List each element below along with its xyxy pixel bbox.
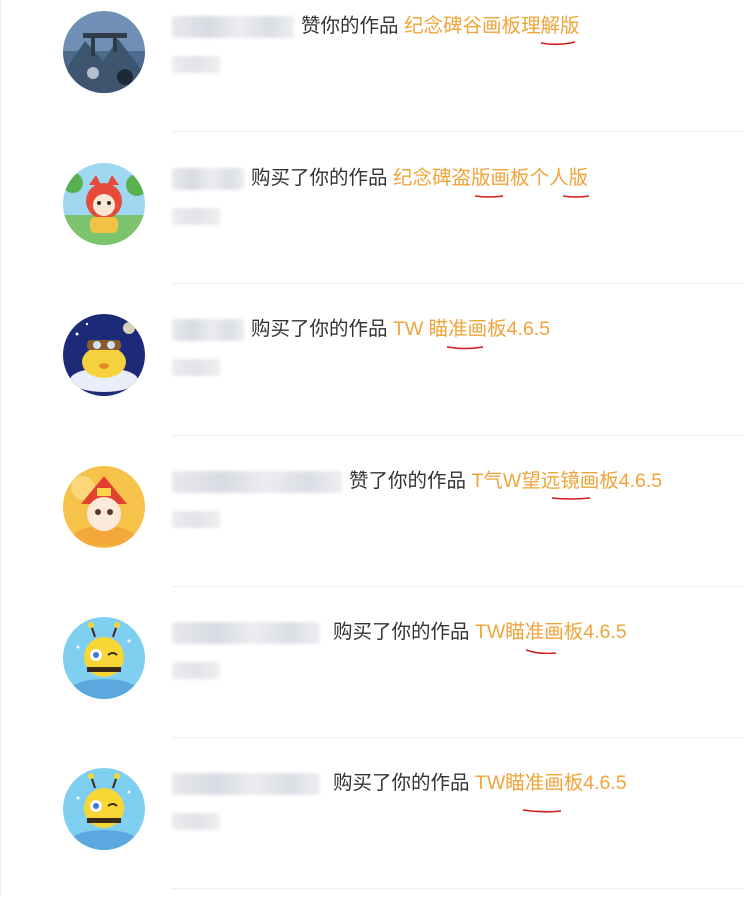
divider <box>172 888 744 889</box>
blurred-username[interactable] <box>172 773 320 795</box>
red-underline-mark <box>551 497 591 500</box>
notification-text: 赞你的作品 纪念碑谷画板理解版 <box>301 13 579 39</box>
notification-text: 购买了你的作品 TW 瞄准画板4.6.5 <box>251 316 550 342</box>
divider <box>172 435 744 436</box>
red-underline-mark <box>446 346 484 350</box>
divider <box>172 586 744 587</box>
action-text: 购买了你的作品 <box>251 318 388 340</box>
blurred-username[interactable] <box>172 168 244 190</box>
blurred-timestamp <box>172 208 220 225</box>
avatar-cartoon-red-hat-cat-icon[interactable] <box>63 466 145 548</box>
notification-item[interactable]: 赞你的作品 纪念碑谷画板理解版 <box>0 0 744 151</box>
notification-feed: 赞你的作品 纪念碑谷画板理解版 购买了你的作品 纪念碑盗版画板个人版 购买了你的… <box>0 0 744 895</box>
avatar-cartoon-red-fox-icon[interactable] <box>63 163 145 245</box>
red-underline-mark <box>522 809 562 813</box>
work-title-link[interactable]: 纪念碑谷画板理解版 <box>404 15 580 37</box>
blurred-timestamp <box>172 511 220 528</box>
blurred-timestamp <box>172 56 220 73</box>
work-title-link[interactable]: T气W望远镜画板4.6.5 <box>471 470 662 492</box>
blurred-timestamp <box>172 662 220 679</box>
blurred-username[interactable] <box>172 16 294 38</box>
work-title-link[interactable]: TW 瞄准画板4.6.5 <box>393 318 550 340</box>
avatar-cartoon-yellow-bee-icon[interactable] <box>63 617 145 699</box>
blurred-username[interactable] <box>172 471 342 493</box>
blurred-username[interactable] <box>172 319 244 341</box>
red-underline-mark <box>474 195 504 198</box>
notification-item[interactable]: 购买了你的作品 纪念碑盗版画板个人版 <box>0 152 744 303</box>
action-text: 购买了你的作品 <box>333 621 470 643</box>
blurred-timestamp <box>172 359 220 376</box>
red-underline-mark <box>562 195 590 198</box>
divider <box>172 737 744 738</box>
avatar-landscape-mountain-icon[interactable] <box>63 11 145 93</box>
blurred-username[interactable] <box>172 622 320 644</box>
work-title-link[interactable]: TW瞄准画板4.6.5 <box>475 772 627 794</box>
notification-item[interactable]: 购买了你的作品 TW瞄准画板4.6.5 <box>0 757 744 908</box>
divider <box>172 283 744 284</box>
notification-text: 赞了你的作品 T气W望远镜画板4.6.5 <box>349 468 662 494</box>
notification-item[interactable]: 赞了你的作品 T气W望远镜画板4.6.5 <box>0 455 744 606</box>
work-title-link[interactable]: 纪念碑盗版画板个人版 <box>393 167 588 189</box>
red-underline-mark <box>525 649 557 654</box>
action-text: 赞你的作品 <box>301 15 399 37</box>
avatar-cartoon-yellow-bee-icon[interactable] <box>63 768 145 850</box>
notification-item[interactable]: 购买了你的作品 TW瞄准画板4.6.5 <box>0 606 744 757</box>
blurred-timestamp <box>172 813 220 830</box>
notification-text: 购买了你的作品 TW瞄准画板4.6.5 <box>333 770 627 796</box>
action-text: 赞了你的作品 <box>349 470 467 492</box>
avatar-cartoon-yellow-car-icon[interactable] <box>63 314 145 396</box>
notification-text: 购买了你的作品 TW瞄准画板4.6.5 <box>333 619 627 645</box>
action-text: 购买了你的作品 <box>251 167 388 189</box>
notification-item[interactable]: 购买了你的作品 TW 瞄准画板4.6.5 <box>0 303 744 454</box>
action-text: 购买了你的作品 <box>333 772 470 794</box>
divider <box>172 131 744 132</box>
notification-text: 购买了你的作品 纪念碑盗版画板个人版 <box>251 165 588 191</box>
work-title-link[interactable]: TW瞄准画板4.6.5 <box>475 621 627 643</box>
red-underline-mark <box>540 41 576 46</box>
